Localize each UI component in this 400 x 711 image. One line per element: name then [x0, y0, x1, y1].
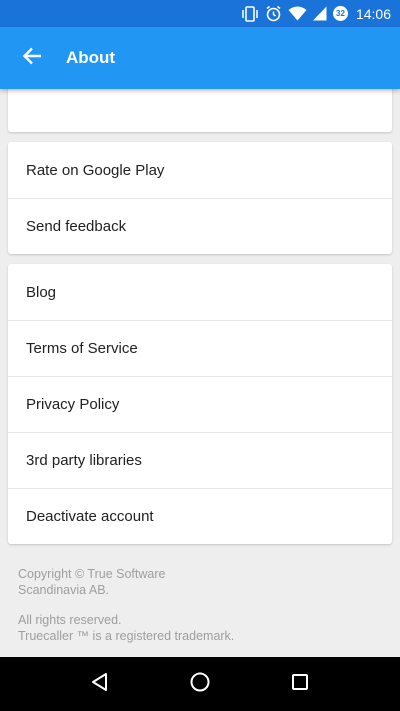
alarm-icon	[265, 5, 282, 22]
rate-on-google-play-item[interactable]: Rate on Google Play	[8, 142, 392, 198]
arrow-back-icon	[22, 47, 42, 70]
copyright-text: Copyright © True Software Scandinavia AB…	[18, 566, 378, 598]
vibrate-icon	[241, 5, 259, 22]
about-content[interactable]: Rate on Google Play Send feedback Blog T…	[0, 89, 400, 657]
copyright-line-2: Scandinavia AB.	[18, 583, 110, 597]
page-title: About	[66, 48, 116, 67]
battery-icon: 32	[332, 6, 348, 21]
legal-text: All rights reserved. Truecaller ™ is a r…	[18, 612, 378, 644]
clock-time: 14:06	[355, 5, 391, 22]
nav-home-button[interactable]	[180, 664, 220, 704]
rights-line: All rights reserved.	[18, 613, 122, 627]
app-bar: About	[0, 27, 400, 89]
blog-item[interactable]: Blog	[8, 264, 392, 320]
privacy-policy-item[interactable]: Privacy Policy	[8, 376, 392, 432]
trademark-line: Truecaller ™ is a registered trademark.	[18, 629, 235, 643]
nav-recents-button[interactable]	[280, 664, 320, 704]
copyright-line-1: Copyright © True Software	[18, 567, 166, 581]
back-button[interactable]	[0, 27, 64, 89]
terms-of-service-item[interactable]: Terms of Service	[8, 320, 392, 376]
feedback-card: Rate on Google Play Send feedback	[8, 142, 392, 254]
recents-square-icon	[290, 672, 310, 697]
third-party-libraries-item[interactable]: 3rd party libraries	[8, 432, 392, 488]
deactivate-account-item[interactable]: Deactivate account	[8, 488, 392, 544]
nav-back-button[interactable]	[80, 664, 120, 704]
navigation-bar	[0, 657, 400, 711]
links-card: Blog Terms of Service Privacy Policy 3rd…	[8, 264, 392, 544]
home-circle-icon	[189, 671, 211, 698]
status-bar: 32 14:06	[0, 0, 400, 27]
top-card	[8, 89, 392, 132]
signal-icon	[312, 6, 327, 21]
send-feedback-item[interactable]: Send feedback	[8, 198, 392, 254]
back-triangle-icon	[90, 672, 110, 697]
wifi-icon	[288, 6, 307, 21]
